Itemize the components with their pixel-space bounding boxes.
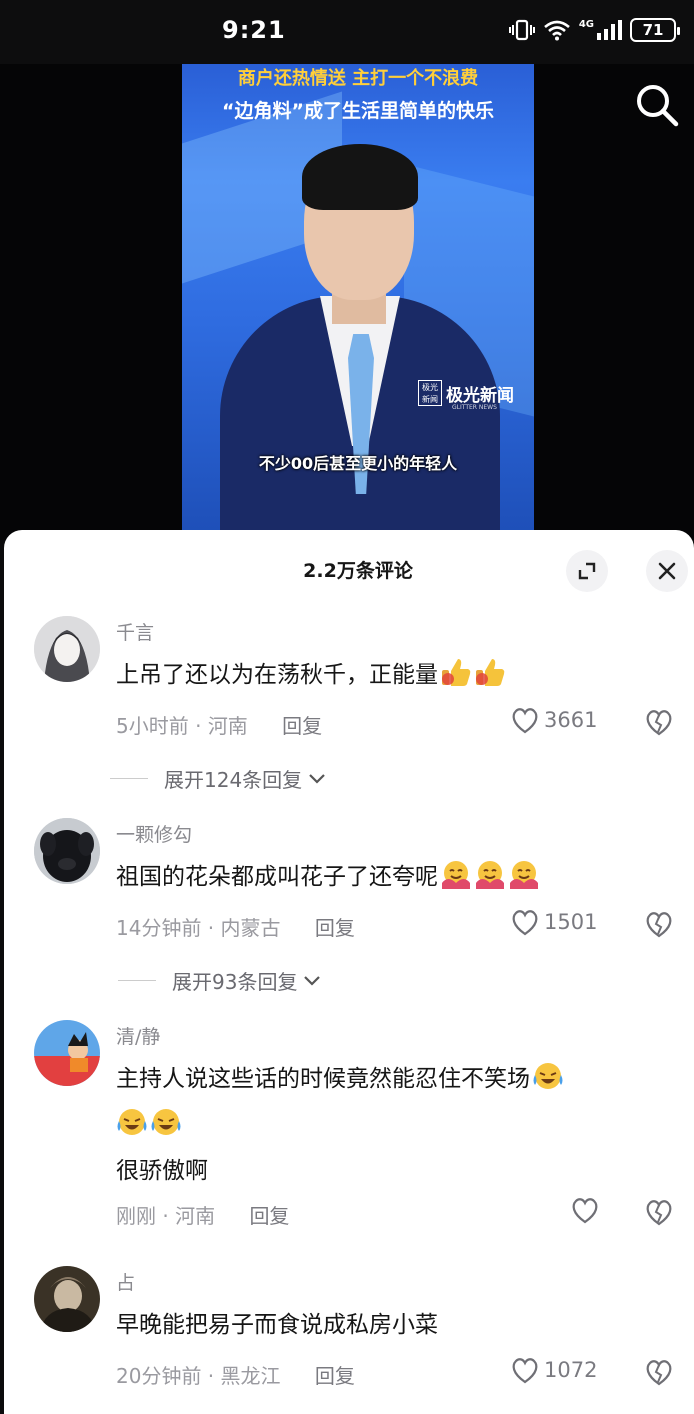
comment-item: 占 早晚能把易子而食说成私房小菜 20分钟前 · 黑龙江 回复 1072 <box>4 1264 694 1414</box>
reply-button[interactable]: 回复 <box>315 1364 355 1388</box>
emoji-line <box>116 1109 182 1138</box>
heart-icon <box>512 1358 538 1384</box>
vibrate-icon <box>508 19 535 41</box>
thumbs-up-icon <box>442 659 471 686</box>
comment-meta: 5小时前 · 河南 回复 <box>116 714 323 738</box>
chevron-down-icon <box>304 975 321 986</box>
heart-icon <box>512 708 538 734</box>
broken-heart-icon <box>646 912 672 938</box>
avatar[interactable] <box>34 818 100 884</box>
broken-heart-icon <box>646 1200 672 1226</box>
like-button[interactable]: 1501 <box>510 908 597 936</box>
logo-name: 极光新闻 <box>446 385 514 406</box>
like-count: 1501 <box>544 910 598 934</box>
comment-text: 上吊了还以为在荡秋千，正能量 <box>116 652 656 698</box>
comment-username[interactable]: 一颗修勾 <box>116 820 192 847</box>
dislike-button[interactable] <box>644 1198 674 1230</box>
comment-username[interactable]: 千言 <box>116 618 154 645</box>
comments-header: 2.2万条评论 <box>4 530 694 606</box>
divider-line <box>118 980 156 981</box>
comment-time: 刚刚 <box>116 1204 156 1228</box>
dislike-button[interactable] <box>644 910 674 942</box>
wifi-icon <box>543 20 570 41</box>
broken-heart-icon <box>646 1360 672 1386</box>
news-anchor-hair <box>302 144 418 210</box>
avatar-illustration <box>34 1266 100 1332</box>
comment-username[interactable]: 占 <box>116 1268 135 1295</box>
avatar[interactable] <box>34 616 100 682</box>
comment-meta: 刚刚 · 河南 回复 <box>116 1204 290 1228</box>
dislike-button[interactable] <box>644 1358 674 1390</box>
comment-time: 20分钟前 <box>116 1364 202 1388</box>
comment-text: 祖国的花朵都成叫花子了还夸呢 <box>116 854 656 900</box>
search-icon <box>637 85 679 127</box>
signal-icon <box>597 20 622 40</box>
comment-region: 黑龙江 <box>220 1364 281 1388</box>
close-icon <box>658 562 676 580</box>
logo-seal: 极光新闻 <box>418 380 442 406</box>
status-icons: 4G 71 <box>508 18 680 42</box>
avatar[interactable] <box>34 1020 100 1086</box>
comment-meta: 14分钟前 · 内蒙古 回复 <box>116 916 355 940</box>
laugh-cry-icon <box>117 1109 147 1135</box>
comment-time: 14分钟前 <box>116 916 202 940</box>
heart-icon <box>512 910 538 936</box>
like-button[interactable] <box>570 1196 604 1224</box>
comment-time: 5小时前 <box>116 714 189 738</box>
reply-button[interactable]: 回复 <box>249 1204 289 1228</box>
expand-replies-button[interactable]: 展开124条回复 <box>110 764 326 793</box>
like-count: 3661 <box>544 708 598 732</box>
close-button[interactable] <box>646 550 688 592</box>
thumbs-up-icon <box>476 659 505 686</box>
avatar-illustration <box>34 1020 100 1086</box>
like-count: 1072 <box>544 1358 598 1382</box>
broken-heart-icon <box>646 710 672 736</box>
comment-text-line3: 很骄傲啊 <box>116 1158 208 1184</box>
hug-emoji-icon <box>476 861 504 889</box>
comments-panel: 2.2万条评论 千言 上吊了还以为在荡秋千，正能量 5小时前 · 河南 回复 3… <box>4 530 694 1414</box>
comment-meta: 20分钟前 · 黑龙江 回复 <box>116 1364 355 1388</box>
logo-subtext: GLITTER NEWS <box>452 404 497 411</box>
reply-button[interactable]: 回复 <box>282 714 322 738</box>
search-button[interactable] <box>634 82 680 128</box>
video-headline-2: “边角料”成了生活里简单的快乐 <box>222 100 494 122</box>
comment-region: 河南 <box>207 714 248 738</box>
laugh-cry-icon <box>533 1063 563 1089</box>
status-time: 9:21 <box>222 16 286 44</box>
like-button[interactable]: 3661 <box>510 706 597 734</box>
video-player[interactable]: 商户还热情送 主打一个不浪费 “边角料”成了生活里简单的快乐 极光新闻 极光新闻… <box>0 64 694 540</box>
expand-replies-label: 展开124条回复 <box>164 768 303 792</box>
battery-indicator: 71 <box>630 18 680 42</box>
expand-replies-button[interactable]: 展开93条回复 <box>118 966 321 995</box>
comment-username[interactable]: 清/静 <box>116 1022 160 1049</box>
avatar-illustration <box>34 818 100 884</box>
hug-emoji-icon <box>510 861 538 889</box>
expand-replies-label: 展开93条回复 <box>172 970 298 994</box>
divider-line <box>110 778 148 779</box>
comment-region: 内蒙古 <box>220 916 281 940</box>
chevron-down-icon <box>309 773 325 784</box>
comment-item: 千言 上吊了还以为在荡秋千，正能量 5小时前 · 河南 回复 3661 展开12… <box>4 614 694 804</box>
laugh-cry-icon <box>151 1109 181 1135</box>
dislike-button[interactable] <box>644 708 674 740</box>
status-bar: 9:21 4G 71 <box>0 0 694 64</box>
reply-button[interactable]: 回复 <box>315 916 355 940</box>
avatar[interactable] <box>34 1266 100 1332</box>
comment-item: 一颗修勾 祖国的花朵都成叫花子了还夸呢 14分钟前 · 内蒙古 回复 1501 … <box>4 816 694 1006</box>
avatar-illustration <box>34 616 100 682</box>
video-subtitle: 不少00后甚至更小的年轻人 <box>258 454 458 473</box>
network-label: 4G <box>578 18 594 30</box>
comment-item: 清/静 主持人说这些话的时候竟然能忍住不笑场 很骄傲啊 刚刚 · 河南 回复 <box>4 1018 694 1258</box>
expand-button[interactable] <box>566 550 608 592</box>
hug-emoji-icon <box>442 861 470 889</box>
heart-icon <box>572 1198 598 1224</box>
video-headline-1: 商户还热情送 主打一个不浪费 <box>237 68 479 89</box>
comment-text: 早晚能把易子而食说成私房小菜 <box>116 1312 438 1338</box>
like-button[interactable]: 1072 <box>510 1356 597 1384</box>
comment-region: 河南 <box>175 1204 216 1228</box>
video-frame[interactable]: 商户还热情送 主打一个不浪费 “边角料”成了生活里简单的快乐 极光新闻 极光新闻… <box>182 64 534 534</box>
expand-icon <box>578 562 596 580</box>
comment-text: 主持人说这些话的时候竟然能忍住不笑场 很骄傲啊 <box>116 1056 656 1194</box>
channel-logo: 极光新闻 极光新闻 GLITTER NEWS <box>418 380 514 411</box>
